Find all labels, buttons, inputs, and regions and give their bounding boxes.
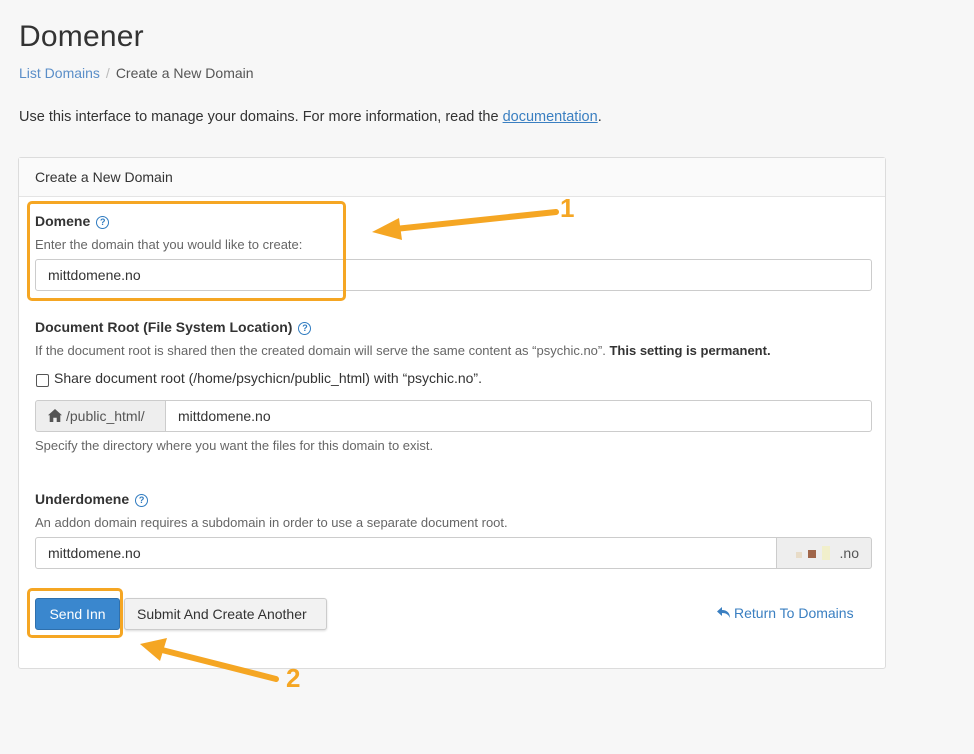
subdomain-label-text: Underdomene	[35, 491, 130, 507]
subdomain-hint: An addon domain requires a subdomain in …	[35, 515, 508, 530]
return-to-domains-link[interactable]: Return To Domains	[717, 605, 854, 621]
subdomain-help-icon[interactable]: ?	[135, 494, 149, 507]
intro-sentence: Use this interface to manage your domain…	[19, 109, 503, 125]
annotation-step-1: 1	[560, 193, 575, 223]
subdomain-label: Underdomene?	[35, 491, 149, 507]
docroot-input[interactable]: mittdomene.no	[165, 400, 872, 432]
docroot-hint-text: If the document root is shared then the …	[35, 343, 606, 358]
intro-end: .	[597, 109, 602, 125]
docroot-help-text: Specify the directory where you want the…	[35, 438, 434, 453]
share-docroot-checkbox[interactable]	[36, 374, 49, 387]
highlight-domain-box	[27, 201, 346, 301]
documentation-link[interactable]: documentation	[503, 109, 598, 125]
docroot-hint-bold: This setting is permanent.	[609, 343, 771, 358]
return-to-domains-text: Return To Domains	[734, 605, 854, 621]
home-icon	[48, 409, 62, 422]
breadcrumb-list-domains-link[interactable]: List Domains	[19, 65, 100, 81]
redacted-domain-block	[795, 552, 802, 558]
docroot-label: Document Root (File System Location)?	[35, 319, 312, 335]
subdomain-suffix-addon: .no	[776, 537, 872, 569]
undo-icon	[717, 607, 730, 618]
panel-heading: Create a New Domain	[19, 158, 885, 197]
docroot-prefix-text: /public_html/	[66, 408, 145, 424]
share-docroot-label[interactable]: Share document root (/home/psychicn/publ…	[54, 370, 482, 386]
subdomain-suffix-text: .no	[839, 545, 859, 561]
breadcrumb-current: Create a New Domain	[115, 65, 254, 81]
docroot-hint: If the document root is shared then the …	[35, 343, 771, 358]
docroot-label-text: Document Root (File System Location)	[35, 319, 293, 335]
annotation-step-2: 2	[286, 663, 301, 693]
page-title: Domener	[19, 20, 144, 53]
highlight-submit-box	[27, 588, 123, 638]
submit-and-create-another-button[interactable]: Submit And Create Another	[124, 598, 327, 630]
redacted-domain-block	[807, 550, 816, 558]
intro-text: Use this interface to manage your domain…	[19, 109, 602, 125]
breadcrumb: List Domains / Create a New Domain	[19, 65, 254, 81]
docroot-prefix-addon: /public_html/	[35, 400, 166, 432]
docroot-help-icon[interactable]: ?	[298, 322, 312, 335]
subdomain-input[interactable]: mittdomene.no	[35, 537, 777, 569]
redacted-domain-block	[821, 546, 830, 560]
breadcrumb-separator: /	[105, 65, 110, 81]
